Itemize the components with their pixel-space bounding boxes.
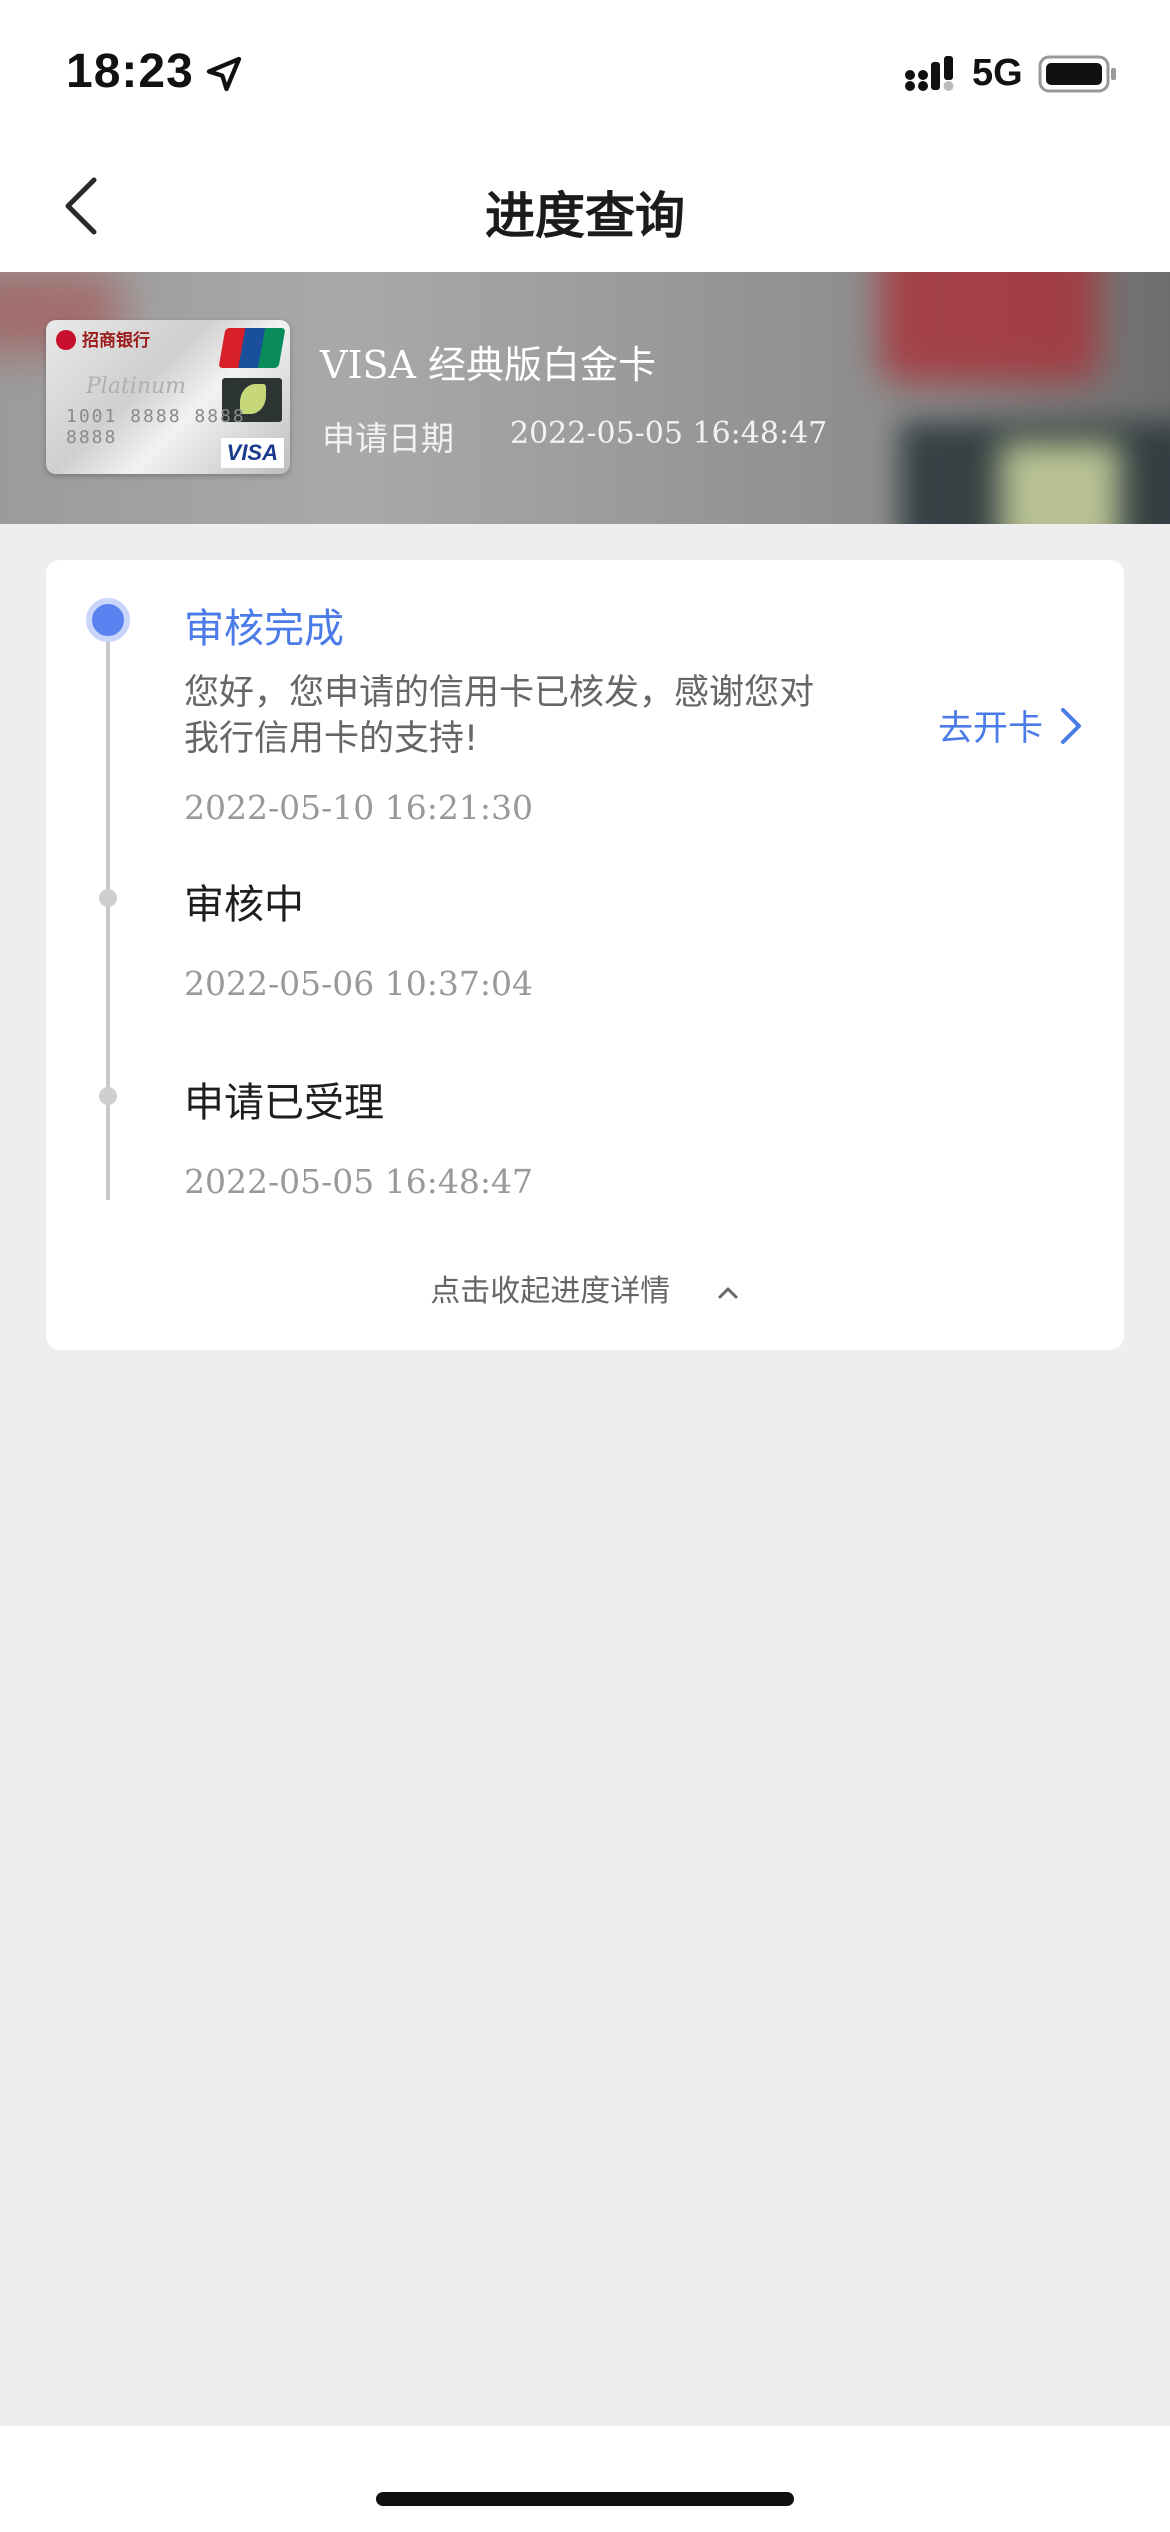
card-name: VISA 经典版白金卡 — [320, 343, 657, 387]
home-indicator[interactable] — [376, 2492, 794, 2506]
battery-icon — [1038, 55, 1116, 93]
collapse-details-button[interactable]: 点击收起进度详情 — [46, 1266, 1124, 1310]
step-description: 您好，您申请的信用卡已核发，感谢您对我行信用卡的支持! — [184, 673, 815, 759]
step-time: 2022-05-05 16:48:47 — [184, 1162, 533, 1201]
home-area — [0, 2426, 1170, 2532]
step-title: 审核中 — [184, 882, 304, 928]
activate-card-link[interactable]: 去开卡 — [938, 700, 1085, 751]
card-bank-name: 招商银行 — [82, 331, 150, 351]
location-arrow-icon — [206, 56, 242, 92]
timeline-dot-active — [86, 598, 130, 642]
bank-logo-icon — [56, 330, 76, 350]
timeline-dot — [99, 889, 117, 907]
card-banner: 招商银行 Platinum 1001 8888 8888 8888 VISA V… — [0, 272, 1170, 524]
signal-icon — [905, 56, 954, 91]
unionpay-logo-icon — [218, 328, 286, 368]
step-time: 2022-05-10 16:21:30 — [184, 788, 533, 827]
banner-decoration — [880, 272, 1100, 382]
step-time: 2022-05-06 10:37:04 — [184, 964, 533, 1003]
timeline-line — [106, 620, 110, 1200]
step-title: 审核完成 — [184, 606, 344, 652]
status-time: 18:23 — [66, 45, 194, 98]
credit-card-thumbnail: 招商银行 Platinum 1001 8888 8888 8888 VISA — [46, 320, 290, 474]
network-label: 5G — [972, 52, 1023, 94]
step-title: 申请已受理 — [184, 1080, 384, 1126]
collapse-details-label: 点击收起进度详情 — [430, 1274, 671, 1309]
visa-logo: VISA — [220, 438, 284, 468]
chevron-up-icon — [718, 1287, 738, 1298]
timeline-dot — [99, 1087, 117, 1105]
activate-card-label: 去开卡 — [938, 709, 1044, 749]
apply-date-label: 申请日期 — [322, 419, 454, 458]
apply-date-value: 2022-05-05 16:48:47 — [510, 416, 828, 451]
card-script: Platinum — [86, 374, 187, 399]
status-bar: 18:23 5G — [0, 0, 1170, 140]
nav-bar: 进度查询 — [0, 140, 1170, 272]
banner-decoration — [1000, 442, 1120, 524]
page-title: 进度查询 — [485, 187, 685, 245]
chevron-right-icon — [1061, 707, 1082, 744]
